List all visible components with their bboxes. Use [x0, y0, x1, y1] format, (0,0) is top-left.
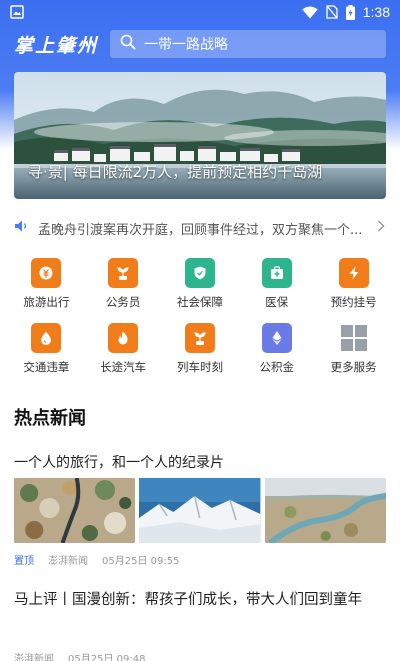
service-label: 公积金	[259, 360, 295, 374]
image-notification-icon	[10, 5, 24, 19]
news-thumbnails[interactable]	[14, 478, 386, 543]
drop-icon	[31, 323, 62, 353]
news-time: 05月25日 09:48	[68, 654, 146, 661]
service-label: 预约挂号	[330, 295, 377, 309]
service-long-distance-bus[interactable]: 长途汽车	[85, 323, 162, 375]
news-title[interactable]: 一个人的旅行，和一个人的纪录片	[14, 452, 224, 472]
section-title: 热点新闻	[14, 408, 86, 429]
medical-kit-icon	[261, 258, 292, 288]
clock: 1:38	[362, 4, 390, 20]
service-medical-insurance[interactable]: 医保	[238, 258, 315, 310]
service-more[interactable]: 更多服务	[315, 323, 392, 375]
service-traffic-violation[interactable]: 交通违章	[8, 323, 85, 375]
app-screen: 1:38 掌上肇州 一带一路战略 寻·景| 每日限流2万人，提前预定相约千岛湖 …	[0, 0, 400, 661]
wifi-icon	[302, 6, 318, 19]
flame-icon	[108, 323, 139, 353]
service-label: 医保	[265, 295, 289, 309]
currency-icon	[31, 258, 62, 288]
lightning-icon	[338, 258, 369, 288]
service-label: 社会保障	[176, 295, 223, 309]
banner-carousel[interactable]: 寻·景| 每日限流2万人，提前预定相约千岛湖	[14, 72, 386, 199]
ethereum-icon	[261, 323, 292, 353]
ticker-text: 孟晚舟引渡案再次开庭，回顾事件经过，双方聚焦一个...	[38, 222, 363, 238]
service-grid: 旅游出行 公务员 社会保障 医保 预约挂号 交通违章 长途汽车 列车时刻 公积金…	[8, 258, 392, 375]
news-thumbnail	[139, 478, 261, 543]
news-ticker[interactable]: 孟晚舟引渡案再次开庭，回顾事件经过，双方聚焦一个...	[14, 216, 386, 240]
status-bar: 1:38	[0, 0, 400, 24]
service-label: 更多服务	[330, 360, 377, 374]
news-thumbnail	[264, 478, 386, 543]
news-meta: 置顶 澎湃新闻 05月25日 09:55	[14, 552, 179, 567]
shield-icon	[184, 258, 215, 288]
banner-caption: 寻·景| 每日限流2万人，提前预定相约千岛湖	[28, 163, 323, 181]
search-placeholder: 一带一路战略	[144, 37, 228, 53]
sprout-icon	[184, 323, 215, 353]
news-source: 澎湃新闻	[14, 654, 54, 661]
no-sim-icon	[326, 5, 338, 19]
news-meta: 澎湃新闻 05月25日 09:48	[14, 650, 145, 661]
chevron-right-icon[interactable]	[376, 219, 386, 237]
service-appointment[interactable]: 预约挂号	[315, 258, 392, 310]
top-bar: 掌上肇州 一带一路战略	[0, 28, 400, 60]
news-time: 05月25日 09:55	[102, 556, 180, 567]
service-label: 长途汽车	[100, 360, 147, 374]
service-social-security[interactable]: 社会保障	[162, 258, 239, 310]
battery-charging-icon	[345, 4, 355, 20]
news-thumbnail	[14, 478, 136, 543]
sprout-icon	[108, 258, 139, 288]
service-label: 列车时刻	[176, 360, 223, 374]
service-label: 旅游出行	[23, 295, 70, 309]
news-title[interactable]: 马上评丨国漫创新：帮孩子们成长，带大人们回到童年	[14, 588, 362, 609]
pinned-badge: 置顶	[14, 556, 34, 567]
search-icon	[120, 34, 136, 54]
service-label: 交通违章	[23, 360, 70, 374]
speaker-icon	[14, 219, 30, 237]
app-logo[interactable]: 掌上肇州	[14, 31, 110, 58]
service-housing-fund[interactable]: 公积金	[238, 323, 315, 375]
service-label: 公务员	[105, 295, 141, 309]
news-source: 澎湃新闻	[48, 556, 88, 567]
service-civil-servant[interactable]: 公务员	[85, 258, 162, 310]
search-bar[interactable]: 一带一路战略	[110, 30, 386, 58]
service-train-schedule[interactable]: 列车时刻	[162, 323, 239, 375]
grid-icon	[339, 323, 369, 353]
service-travel[interactable]: 旅游出行	[8, 258, 85, 310]
